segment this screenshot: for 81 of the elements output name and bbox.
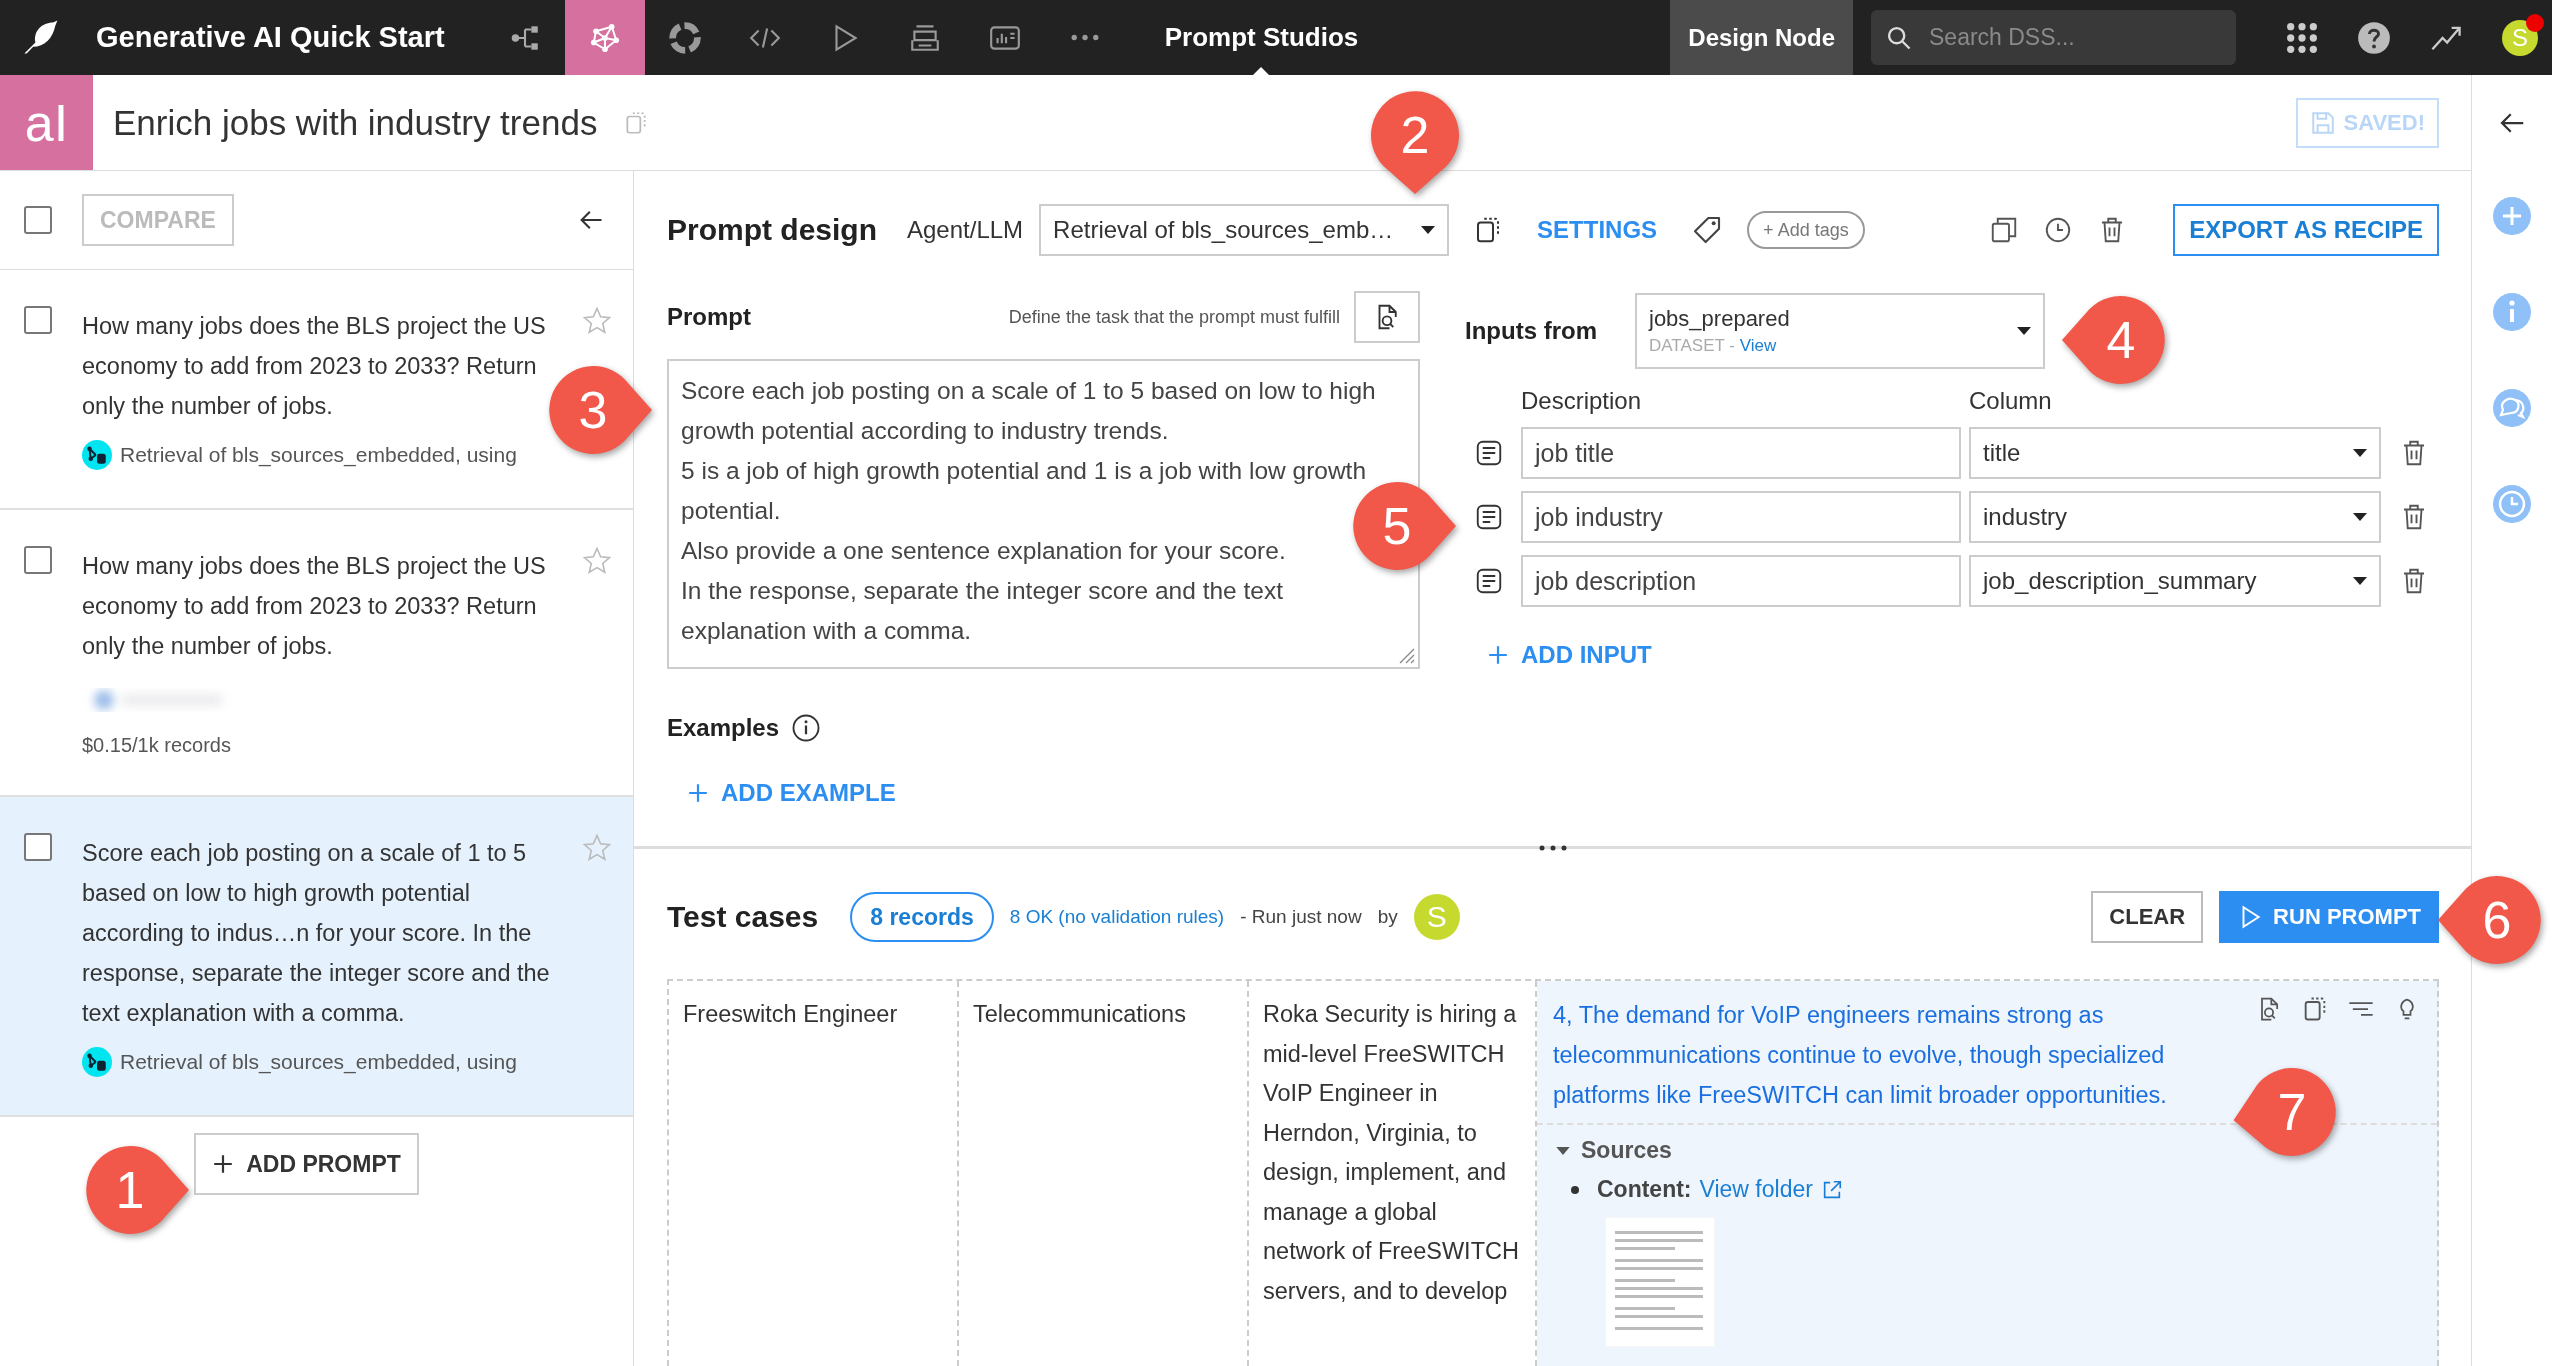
search-field[interactable]: Search DSS...	[1871, 10, 2236, 65]
apps-grid-icon[interactable]	[2285, 20, 2319, 55]
project-title[interactable]: Generative AI Quick Start	[96, 21, 445, 54]
dataset-dropdown[interactable]: jobs_prepared DATASET - View	[1635, 293, 2045, 369]
star-icon[interactable]	[582, 833, 612, 863]
plus-icon	[687, 782, 709, 804]
model-label: Retrieval of bls_sources_embedded, using	[120, 443, 517, 467]
text-icon	[1474, 502, 1504, 532]
agent-dropdown[interactable]: Retrieval of bls_sources_emb…	[1039, 204, 1450, 256]
text-icon	[1474, 566, 1504, 596]
add-tags-button[interactable]: + Add tags	[1747, 211, 1865, 249]
column-header: Description	[1521, 387, 1643, 415]
star-icon[interactable]	[582, 306, 612, 336]
node-label: Design Node	[1670, 0, 1853, 75]
table-cell: Telecommunications	[959, 981, 1249, 1366]
prompt-text: How many jobs does the BLS project the US economy to add from 2023 to 2033? Return only the number of jobs.	[82, 312, 547, 421]
caret-icon	[2353, 577, 2367, 585]
drag-handle-icon[interactable]	[1537, 844, 1568, 852]
by-label: by	[1377, 906, 1398, 928]
cost-label: $0.15/1k records	[82, 734, 232, 757]
column-dropdown[interactable]: industry	[1969, 491, 2381, 543]
checkbox[interactable]	[24, 546, 52, 574]
prompt-list-item[interactable]	[0, 797, 633, 1117]
prompt-label: Prompt	[667, 303, 751, 331]
status-link[interactable]: 8 OK (no validation rules)	[1009, 906, 1225, 928]
caret-icon	[2017, 327, 2031, 335]
description-field[interactable]: job title	[1521, 427, 1961, 479]
inputs-from-label: Inputs from	[1465, 317, 1597, 345]
separator-text: -	[1729, 336, 1735, 355]
view-link[interactable]: View	[1739, 336, 1777, 355]
description-field[interactable]: job industry	[1521, 491, 1961, 543]
studio-title: Enrich jobs with industry trends	[113, 102, 598, 143]
agent-label: Agent/LLM	[907, 216, 1024, 244]
inspect-button[interactable]	[1354, 291, 1420, 343]
user-avatar: S	[1413, 894, 1460, 940]
retrieval-icon	[82, 440, 112, 470]
help-icon[interactable]	[2357, 20, 2391, 55]
checkbox[interactable]	[24, 306, 52, 334]
column-dropdown[interactable]: job_description_summary	[1969, 555, 2381, 607]
dataset-type: DATASET	[1649, 336, 1725, 355]
info-icon[interactable]	[791, 713, 822, 743]
section-tab[interactable]: Prompt Studios	[1164, 0, 1359, 75]
donut-icon	[666, 19, 703, 56]
section-heading: Prompt design	[667, 213, 877, 247]
plus-icon	[1487, 644, 1509, 666]
nav-tab[interactable]	[564, 0, 645, 75]
floppy-icon	[2309, 109, 2336, 136]
view-folder-link[interactable]: View folder	[1699, 1176, 1813, 1203]
content-label: Content:	[1597, 1176, 1692, 1203]
prompt-text: How many jobs does the BLS project the US economy to add from 2023 to 2033? Return only the number of jobs.	[82, 552, 547, 661]
plus-icon	[212, 1153, 235, 1175]
select-all-checkbox[interactable]	[24, 206, 52, 234]
checkbox[interactable]	[24, 833, 52, 861]
dataset-name: jobs_prepared	[1649, 306, 1791, 332]
sources-label[interactable]: Sources	[1581, 1137, 1672, 1164]
caret-icon	[1421, 226, 1436, 234]
records-badge[interactable]: 8 records	[850, 892, 994, 942]
description-field[interactable]: job description	[1521, 555, 1961, 607]
search-input[interactable]: Search DSS...	[1927, 23, 2211, 52]
document-thumbnail[interactable]	[1605, 1217, 1715, 1347]
prompt-hint: Define the task that the prompt must fulfill	[1008, 306, 1340, 328]
star-icon[interactable]	[582, 546, 612, 576]
bullet-icon	[1571, 1185, 1579, 1194]
model-label: Retrieval of bls_sources_embedded, using	[120, 1050, 517, 1074]
more-icon	[1070, 34, 1099, 41]
prompt-text: Score each job posting on a scale of 1 to 5 based on low to high growth potential according to indus…n for your score. In the response, separate the integer score and the text explanation with a comma.	[82, 839, 551, 1028]
response-text: 4, The demand for VoIP engineers remains strong as telecommunications continue to evolve, though specialized platforms like FreeSWITCH can limit broader opportunities.	[1553, 1001, 2168, 1110]
run-info: - Run just now	[1240, 906, 1362, 928]
caret-icon	[2353, 449, 2367, 457]
clear-button[interactable]: CLEAR	[2091, 891, 2204, 943]
studio-logo: aI	[0, 75, 93, 170]
caret-icon	[2353, 513, 2367, 521]
column-dropdown[interactable]: title	[1969, 427, 2381, 479]
text-icon	[1474, 438, 1504, 468]
retrieval-icon	[82, 1047, 112, 1077]
section-heading: Test cases	[667, 900, 819, 934]
add-prompt-button[interactable]: ADD PROMPT	[194, 1133, 419, 1195]
column-header: Column	[1969, 387, 2053, 415]
examples-label: Examples	[667, 714, 780, 742]
export-as-recipe-button[interactable]: EXPORT AS RECIPE	[2173, 204, 2439, 256]
table-cell: Freeswitch Engineer	[669, 981, 959, 1366]
